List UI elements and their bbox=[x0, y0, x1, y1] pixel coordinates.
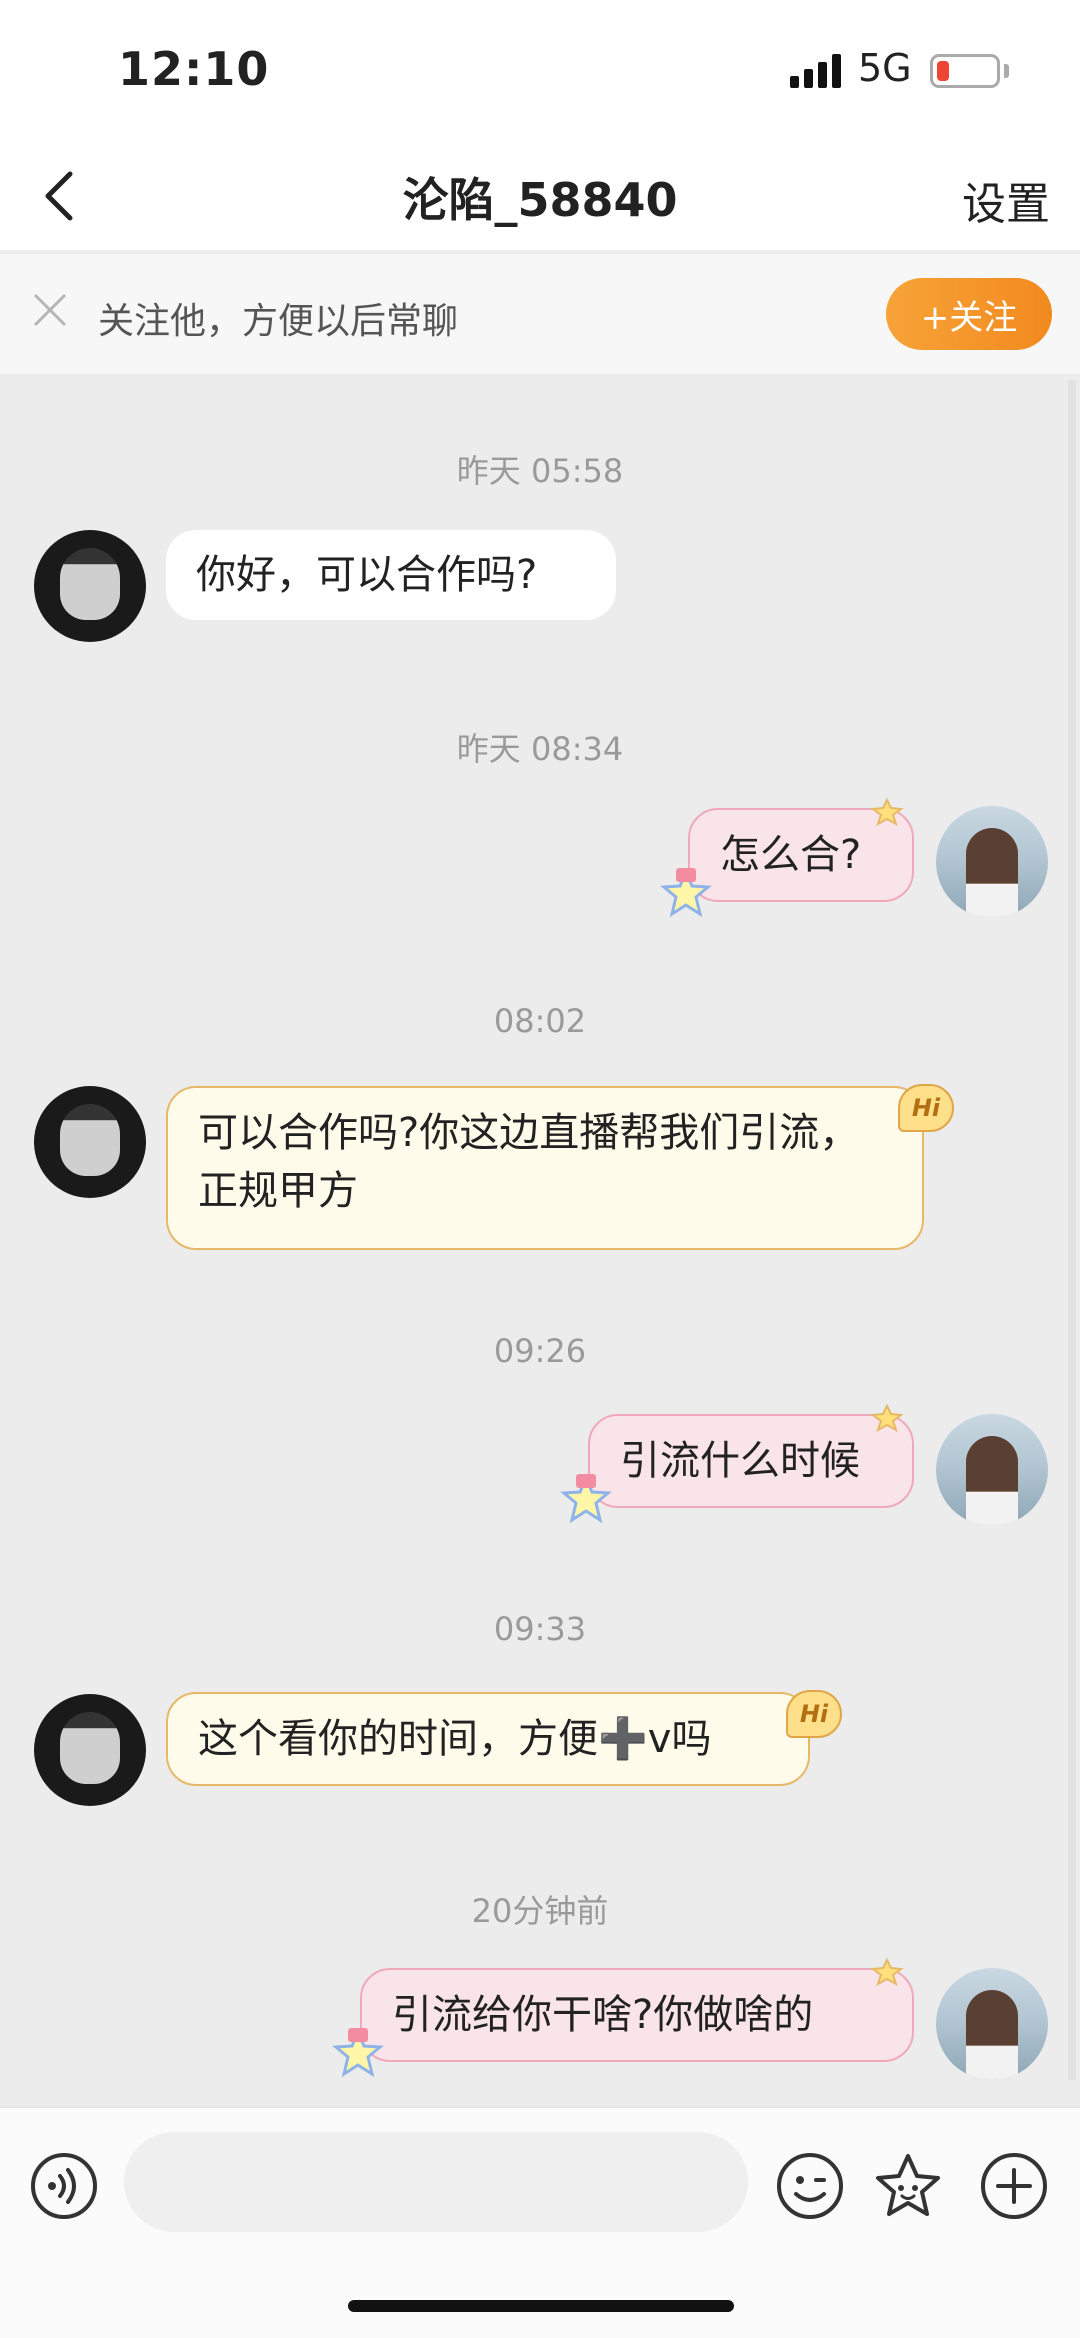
avatar-self[interactable] bbox=[936, 1968, 1048, 2080]
message-bubble-sent[interactable]: 引流给你干啥?你做啥的 bbox=[360, 1968, 914, 2062]
settings-button[interactable]: 设置 bbox=[962, 168, 1050, 232]
follow-button[interactable]: +关注 bbox=[886, 278, 1052, 350]
message-input[interactable] bbox=[124, 2132, 748, 2232]
battery-icon bbox=[930, 54, 1000, 88]
message-timestamp: 昨天 05:58 bbox=[456, 452, 624, 490]
star-sticker-icon[interactable] bbox=[872, 2150, 944, 2222]
message-bubble-received[interactable]: 可以合作吗?你这边直播帮我们引流，正规甲方 bbox=[166, 1086, 924, 1250]
status-time: 12:10 bbox=[118, 42, 270, 96]
star-decoration-icon bbox=[870, 1958, 904, 1986]
avatar-contact[interactable] bbox=[34, 1694, 146, 1806]
avatar-contact[interactable] bbox=[34, 1086, 146, 1198]
message-timestamp: 昨天 08:34 bbox=[456, 730, 624, 768]
message-timestamp: 09:26 bbox=[493, 1332, 587, 1370]
status-bar: 12:10 5G bbox=[0, 0, 1080, 140]
avatar-self[interactable] bbox=[936, 806, 1048, 918]
follow-banner: 关注他，方便以后常聊 +关注 bbox=[0, 254, 1080, 374]
message-timestamp: 08:02 bbox=[493, 1002, 587, 1040]
signal-icon bbox=[790, 54, 841, 88]
message-bubble-received[interactable]: 你好，可以合作吗? bbox=[166, 530, 616, 620]
nav-bar: 沦陷_58840 设置 bbox=[0, 140, 1080, 252]
chat-area[interactable]: 昨天 05:58 你好，可以合作吗? 昨天 08:34 怎么合? 08:02 可… bbox=[0, 374, 1080, 2106]
message-bubble-sent[interactable]: 引流什么时候 bbox=[588, 1414, 914, 1508]
voice-icon[interactable] bbox=[28, 2150, 100, 2222]
emoji-icon[interactable] bbox=[774, 2150, 846, 2222]
follow-hint-text: 关注他，方便以后常聊 bbox=[98, 301, 459, 342]
message-timestamp: 20分钟前 bbox=[471, 1892, 609, 1930]
star-decoration-icon bbox=[870, 1404, 904, 1432]
home-indicator[interactable] bbox=[348, 2300, 734, 2312]
hi-badge-icon: Hi bbox=[898, 1084, 954, 1132]
close-icon[interactable] bbox=[30, 290, 70, 330]
plus-icon[interactable] bbox=[978, 2150, 1050, 2222]
network-type: 5G bbox=[858, 46, 912, 90]
avatar-contact[interactable] bbox=[34, 530, 146, 642]
scrollbar-track[interactable] bbox=[1068, 380, 1076, 2080]
gift-sticker-icon bbox=[660, 868, 712, 918]
page-title: 沦陷_58840 bbox=[402, 173, 678, 227]
gift-sticker-icon bbox=[332, 2028, 384, 2078]
battery-tip bbox=[1004, 64, 1009, 78]
message-timestamp: 09:33 bbox=[493, 1610, 587, 1648]
star-decoration-icon bbox=[870, 798, 904, 826]
avatar-self[interactable] bbox=[936, 1414, 1048, 1526]
hi-badge-icon: Hi bbox=[786, 1690, 842, 1738]
gift-sticker-icon bbox=[560, 1474, 612, 1524]
message-bubble-received[interactable]: 这个看你的时间，方便➕v吗 bbox=[166, 1692, 810, 1786]
